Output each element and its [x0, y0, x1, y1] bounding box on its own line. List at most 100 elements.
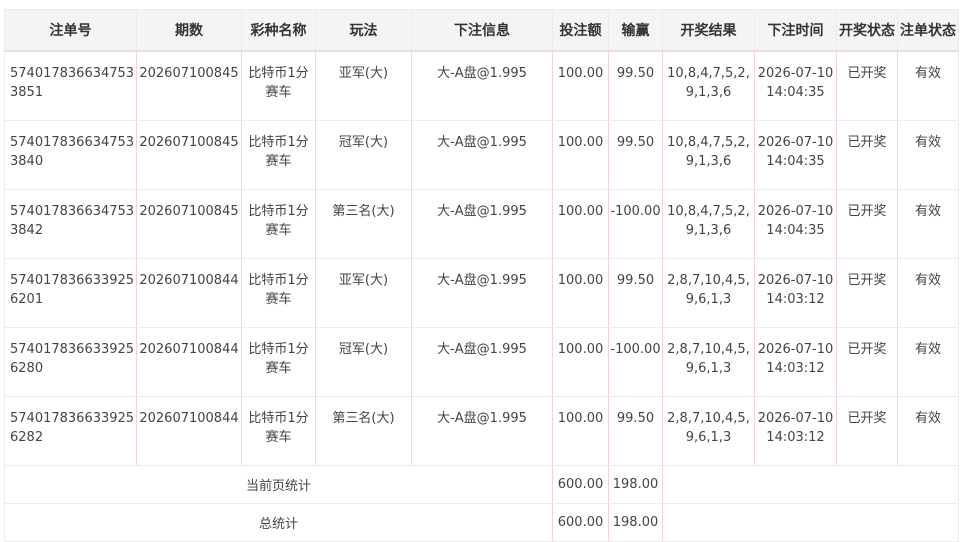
play-type-cell: 亚军(大) — [315, 50, 412, 121]
draw-result-cell: 10,8,4,7,5,2,9,1,3,6 — [662, 120, 755, 190]
bet-clock: 14:04:35 — [766, 154, 825, 169]
bet-clock: 14:03:12 — [766, 430, 825, 445]
draw-result-cell: 2,8,7,10,4,5,9,6,1,3 — [662, 258, 755, 328]
lottery-name-cell: 比特币1分赛车 — [241, 258, 316, 328]
page-summary-row: 当前页统计 600.00 198.00 — [4, 465, 959, 504]
draw-status-cell: 已开奖 — [836, 120, 898, 190]
bet-status-cell: 有效 — [897, 258, 959, 328]
draw-status-cell: 已开奖 — [836, 258, 898, 328]
table-header-row: 注单号 期数 彩种名称 玩法 下注信息 投注额 输赢 开奖结果 下注时间 开奖状… — [4, 9, 959, 52]
win-loss-cell: 99.50 — [608, 120, 663, 190]
table-row: 5740178366347533840 202607100845 比特币1分赛车 冠军… — [4, 120, 959, 190]
table-row: 5740178366347533842 202607100845 比特币1分赛车 第三… — [4, 189, 959, 259]
bet-date: 2026-07-10 — [757, 66, 834, 81]
draw-result-cell: 10,8,4,7,5,2,9,1,3,6 — [662, 189, 755, 259]
header-result: 开奖结果 — [662, 9, 755, 52]
draw-status-cell: 已开奖 — [836, 189, 898, 259]
bet-info-cell: 大-A盘@1.995 — [411, 50, 553, 121]
period-cell: 202607100845 — [136, 120, 242, 190]
bet-date: 2026-07-10 — [757, 273, 834, 288]
bet-info-cell: 大-A盘@1.995 — [411, 396, 553, 466]
win-loss-cell: 99.50 — [608, 396, 663, 466]
win-loss-cell: -100.00 — [608, 189, 663, 259]
bet-status-cell: 有效 — [897, 50, 959, 121]
table-row: 5740178366339256201 202607100844 比特币1分赛车 亚军… — [4, 258, 959, 328]
header-play: 玩法 — [315, 9, 412, 52]
bet-clock: 14:04:35 — [766, 223, 825, 238]
win-loss-cell: 99.50 — [608, 258, 663, 328]
play-type-cell: 第三名(大) — [315, 189, 412, 259]
bet-status-cell: 有效 — [897, 396, 959, 466]
lottery-name-cell: 比特币1分赛车 — [241, 50, 316, 121]
amount-cell: 100.00 — [552, 396, 609, 466]
lottery-name-cell: 比特币1分赛车 — [241, 120, 316, 190]
page-summary-label: 当前页统计 — [4, 465, 553, 504]
page-summary-amount: 600.00 — [552, 465, 609, 504]
draw-result-cell: 2,8,7,10,4,5,9,6,1,3 — [662, 396, 755, 466]
amount-cell: 100.00 — [552, 327, 609, 397]
amount-cell: 100.00 — [552, 50, 609, 121]
play-type-cell: 亚军(大) — [315, 258, 412, 328]
table-row: 5740178366339256282 202607100844 比特币1分赛车 第三… — [4, 396, 959, 466]
header-bet-id: 注单号 — [4, 9, 137, 52]
bet-id-cell: 5740178366339256282 — [4, 396, 137, 466]
bet-records-panel: 注单号 期数 彩种名称 玩法 下注信息 投注额 输赢 开奖结果 下注时间 开奖状… — [4, 9, 959, 542]
play-type-cell: 第三名(大) — [315, 396, 412, 466]
bet-clock: 14:03:12 — [766, 361, 825, 376]
lottery-name-cell: 比特币1分赛车 — [241, 396, 316, 466]
win-loss-cell: -100.00 — [608, 327, 663, 397]
draw-result-cell: 2,8,7,10,4,5,9,6,1,3 — [662, 327, 755, 397]
total-summary-label: 总统计 — [4, 503, 553, 542]
period-cell: 202607100844 — [136, 396, 242, 466]
play-type-cell: 冠军(大) — [315, 327, 412, 397]
total-summary-amount: 600.00 — [552, 503, 609, 542]
header-period: 期数 — [136, 9, 242, 52]
total-summary-row: 总统计 600.00 198.00 — [4, 503, 959, 542]
lottery-name-cell: 比特币1分赛车 — [241, 327, 316, 397]
amount-cell: 100.00 — [552, 189, 609, 259]
draw-status-cell: 已开奖 — [836, 50, 898, 121]
lottery-name-cell: 比特币1分赛车 — [241, 189, 316, 259]
bet-info-cell: 大-A盘@1.995 — [411, 258, 553, 328]
bet-records-table: 注单号 期数 彩种名称 玩法 下注信息 投注额 输赢 开奖结果 下注时间 开奖状… — [4, 9, 959, 542]
bet-info-cell: 大-A盘@1.995 — [411, 189, 553, 259]
page-summary-empty — [662, 465, 959, 504]
bet-date: 2026-07-10 — [757, 342, 834, 357]
total-summary-empty — [662, 503, 959, 542]
bet-time-cell: 2026-07-10 14:03:12 — [754, 258, 837, 328]
bet-time-cell: 2026-07-10 14:04:35 — [754, 189, 837, 259]
header-info: 下注信息 — [411, 9, 553, 52]
header-time: 下注时间 — [754, 9, 837, 52]
header-win-loss: 输赢 — [608, 9, 663, 52]
period-cell: 202607100845 — [136, 189, 242, 259]
bet-time-cell: 2026-07-10 14:04:35 — [754, 50, 837, 121]
bet-date: 2026-07-10 — [757, 135, 834, 150]
draw-result-cell: 10,8,4,7,5,2,9,1,3,6 — [662, 50, 755, 121]
amount-cell: 100.00 — [552, 258, 609, 328]
draw-status-cell: 已开奖 — [836, 327, 898, 397]
header-bet-status: 注单状态 — [897, 9, 959, 52]
table-row: 5740178366339256280 202607100844 比特币1分赛车 冠军… — [4, 327, 959, 397]
total-summary-win-loss: 198.00 — [608, 503, 663, 542]
bet-info-cell: 大-A盘@1.995 — [411, 327, 553, 397]
play-type-cell: 冠军(大) — [315, 120, 412, 190]
bet-id-cell: 5740178366339256201 — [4, 258, 137, 328]
bet-status-cell: 有效 — [897, 327, 959, 397]
bet-time-cell: 2026-07-10 14:04:35 — [754, 120, 837, 190]
bet-id-cell: 5740178366347533851 — [4, 50, 137, 121]
bet-id-cell: 5740178366339256280 — [4, 327, 137, 397]
header-amount: 投注额 — [552, 9, 609, 52]
bet-id-cell: 5740178366347533842 — [4, 189, 137, 259]
bet-status-cell: 有效 — [897, 189, 959, 259]
draw-status-cell: 已开奖 — [836, 396, 898, 466]
period-cell: 202607100844 — [136, 327, 242, 397]
bet-clock: 14:04:35 — [766, 85, 825, 100]
bet-status-cell: 有效 — [897, 120, 959, 190]
header-lottery: 彩种名称 — [241, 9, 316, 52]
bet-id-cell: 5740178366347533840 — [4, 120, 137, 190]
page-summary-win-loss: 198.00 — [608, 465, 663, 504]
bet-clock: 14:03:12 — [766, 292, 825, 307]
amount-cell: 100.00 — [552, 120, 609, 190]
bet-date: 2026-07-10 — [757, 411, 834, 426]
table-row: 5740178366347533851 202607100845 比特币1分赛车 亚军… — [4, 50, 959, 121]
